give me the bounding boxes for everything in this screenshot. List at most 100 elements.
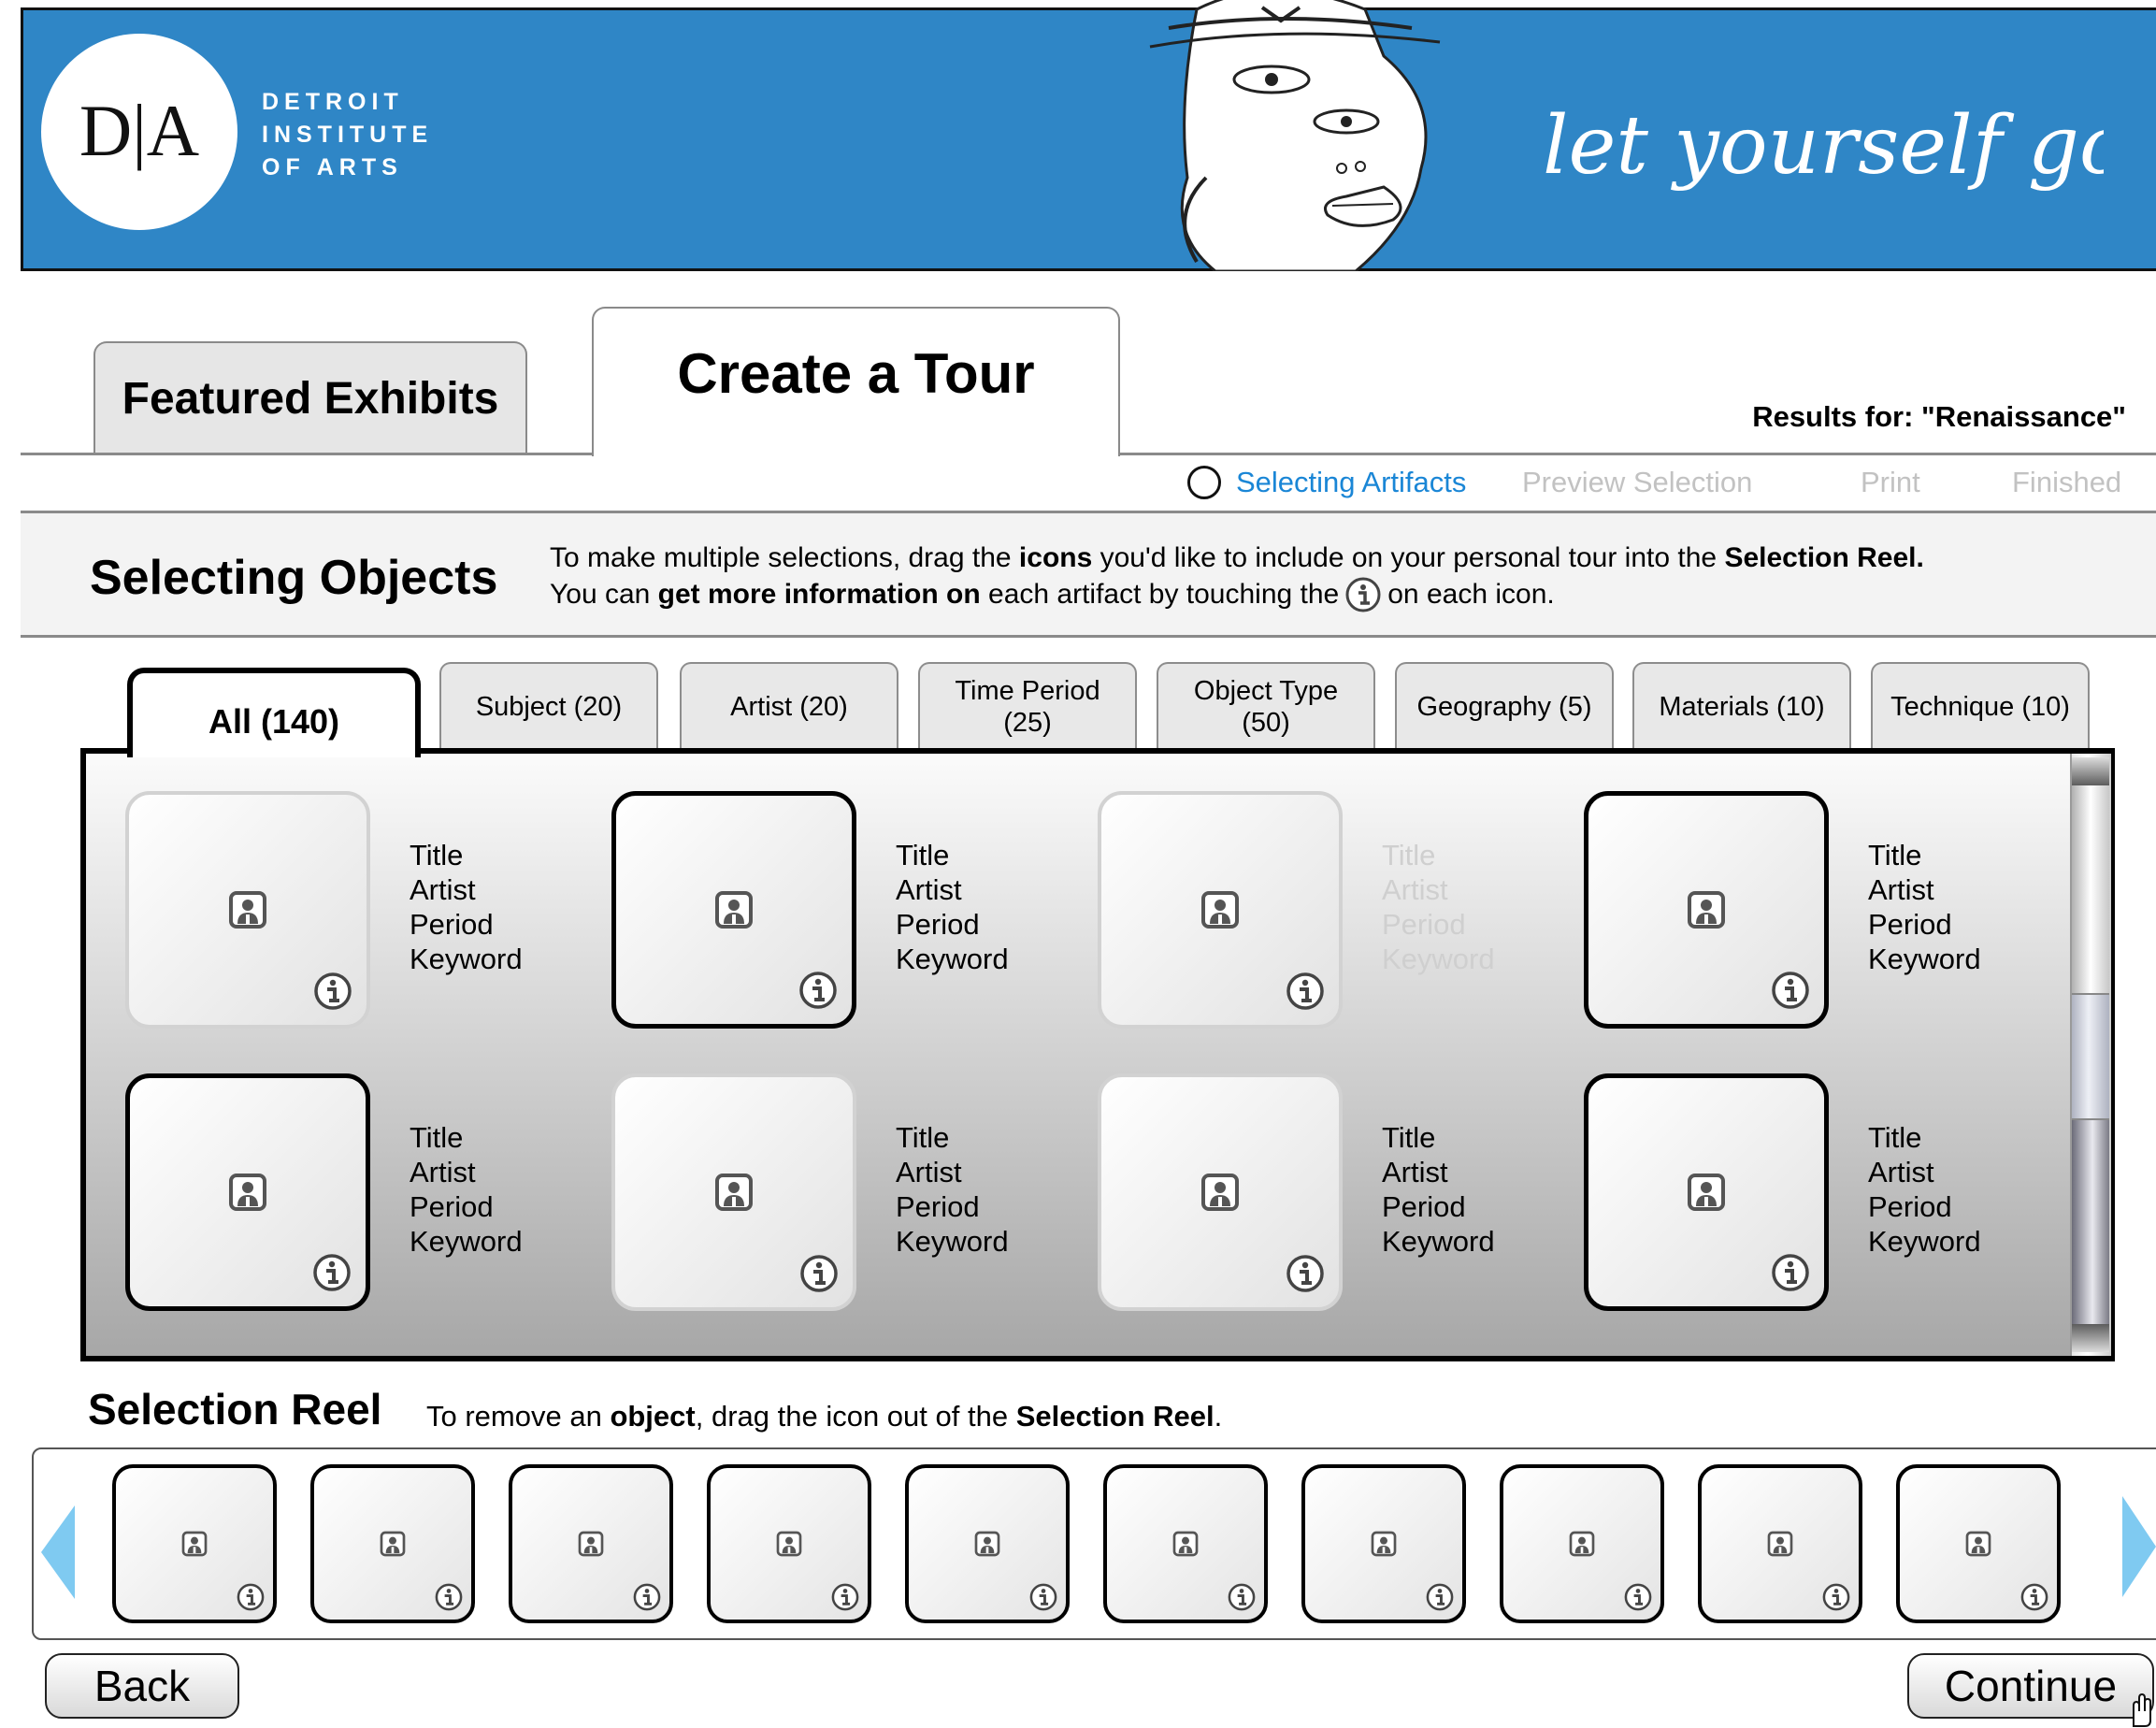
artifact-period: Period [896,1190,980,1223]
artifact-card[interactable] [125,791,370,1029]
text-fragment: get more information on [657,579,981,610]
person-placeholder-icon [578,1531,604,1557]
tab-featured-exhibits[interactable]: Featured Exhibits [93,341,527,454]
reel-item[interactable] [905,1464,1070,1623]
info-icon[interactable] [1285,1253,1326,1294]
steps-bar [21,455,2156,511]
reel-item[interactable] [707,1464,871,1623]
reel-scroll-left-arrow-icon[interactable] [41,1505,75,1599]
artifact-keyword: Keyword [896,1225,1009,1258]
artifact-card[interactable] [1098,1073,1343,1311]
filter-tab[interactable]: Subject (20) [439,662,658,750]
artifact-artist: Artist [896,1156,962,1188]
artifact-period: Period [1382,1190,1466,1223]
continue-button[interactable]: Continue [1907,1653,2154,1719]
hand-cursor-icon [2133,1692,2151,1727]
info-icon[interactable] [830,1582,860,1612]
instructions-line-2-end: on each icon. [1387,579,1555,610]
info-icon[interactable] [2019,1582,2049,1612]
scroll-track[interactable] [2072,785,2109,993]
artifact-keyword: Keyword [1382,943,1495,975]
info-icon[interactable] [798,970,839,1011]
person-placeholder-icon [1569,1531,1595,1557]
artifact-period: Period [1868,1190,1952,1223]
reel-item[interactable] [1698,1464,1862,1623]
text-fragment: each artifact by touching the [980,579,1340,610]
artifact-period: Period [1868,908,1952,941]
text-fragment: you'd like to include on your personal t… [1092,542,1725,573]
logo-line: INSTITUTE [262,122,434,148]
info-icon[interactable] [312,971,353,1012]
artifact-details: Title Artist Period Keyword [1868,838,1981,976]
person-placeholder-icon [380,1531,406,1557]
artifact-title: Title [1382,839,1436,871]
artifact-card[interactable] [1098,791,1343,1029]
info-icon[interactable] [311,1252,352,1293]
filter-tab[interactable]: Technique (10) [1871,662,2090,750]
artifact-details: Title Artist Period Keyword [896,838,1009,976]
artifact-keyword: Keyword [1868,943,1981,975]
info-icon[interactable] [1227,1582,1257,1612]
info-icon[interactable] [1028,1582,1058,1612]
reel-scroll-right-arrow-icon[interactable] [2122,1496,2156,1597]
filter-tab[interactable]: Artist (20) [680,662,898,750]
artifact-period: Period [896,908,980,941]
artifact-artist: Artist [896,873,962,906]
reel-item[interactable] [1301,1464,1466,1623]
person-placeholder-icon [1767,1531,1793,1557]
scroll-down-button[interactable] [2072,1324,2109,1352]
reel-item[interactable] [1103,1464,1268,1623]
person-placeholder-icon [229,891,266,929]
artifact-card[interactable] [611,791,856,1029]
info-icon[interactable] [1770,1252,1811,1293]
person-placeholder-icon [1201,891,1239,929]
back-button[interactable]: Back [45,1653,239,1719]
info-icon[interactable] [632,1582,662,1612]
artifact-card[interactable] [1584,791,1829,1029]
text-fragment: icons [1018,542,1093,573]
filter-tab[interactable]: Geography (5) [1395,662,1614,750]
reel-item[interactable] [1500,1464,1664,1623]
info-icon[interactable] [236,1582,266,1612]
info-icon[interactable] [1770,970,1811,1011]
person-placeholder-icon [715,891,753,929]
artifact-artist: Artist [410,873,476,906]
selection-reel-hint: To remove an object, drag the icon out o… [426,1400,1222,1433]
artifact-card[interactable] [611,1073,856,1311]
results-label: Results for: "Renaissance" [1752,400,2126,433]
info-icon[interactable] [1285,971,1326,1012]
reel-item[interactable] [1896,1464,2061,1623]
person-placeholder-icon [1688,1174,1725,1211]
artifact-details: Title Artist Period Keyword [410,838,523,976]
person-placeholder-icon [1172,1531,1199,1557]
filter-tab[interactable]: Materials (10) [1632,662,1851,750]
info-icon[interactable] [434,1582,464,1612]
artifact-card[interactable] [125,1073,370,1311]
reel-item[interactable] [112,1464,277,1623]
artifact-keyword: Keyword [896,943,1009,975]
info-icon[interactable] [1425,1582,1455,1612]
filter-tab[interactable]: All (140) [127,668,421,757]
reel-item[interactable] [509,1464,673,1623]
info-icon[interactable] [1623,1582,1653,1612]
person-placeholder-icon [715,1174,753,1211]
scroll-up-button[interactable] [2072,757,2109,785]
scroll-thumb[interactable] [2072,993,2109,1120]
banner-illustration [1149,0,1441,271]
text-fragment: To make multiple selections, drag the [550,542,1019,573]
artifact-keyword: Keyword [410,943,523,975]
instructions-line-2-text: You can get more information on each art… [550,579,1339,611]
person-placeholder-icon [974,1531,1000,1557]
info-icon[interactable] [1821,1582,1851,1612]
info-icon[interactable] [798,1253,840,1294]
filter-tab[interactable]: Time Period (25) [918,662,1137,750]
artifact-details: Title Artist Period Keyword [1382,838,1495,976]
person-placeholder-icon [1201,1174,1239,1211]
filter-tab[interactable]: Object Type (50) [1157,662,1375,750]
tab-create-a-tour[interactable]: Create a Tour [592,307,1120,456]
artifact-card[interactable] [1584,1073,1829,1311]
artifact-artist: Artist [1868,1156,1934,1188]
selection-reel-title: Selection Reel [88,1385,382,1433]
reel-item[interactable] [310,1464,475,1623]
scroll-track[interactable] [2072,1120,2109,1324]
